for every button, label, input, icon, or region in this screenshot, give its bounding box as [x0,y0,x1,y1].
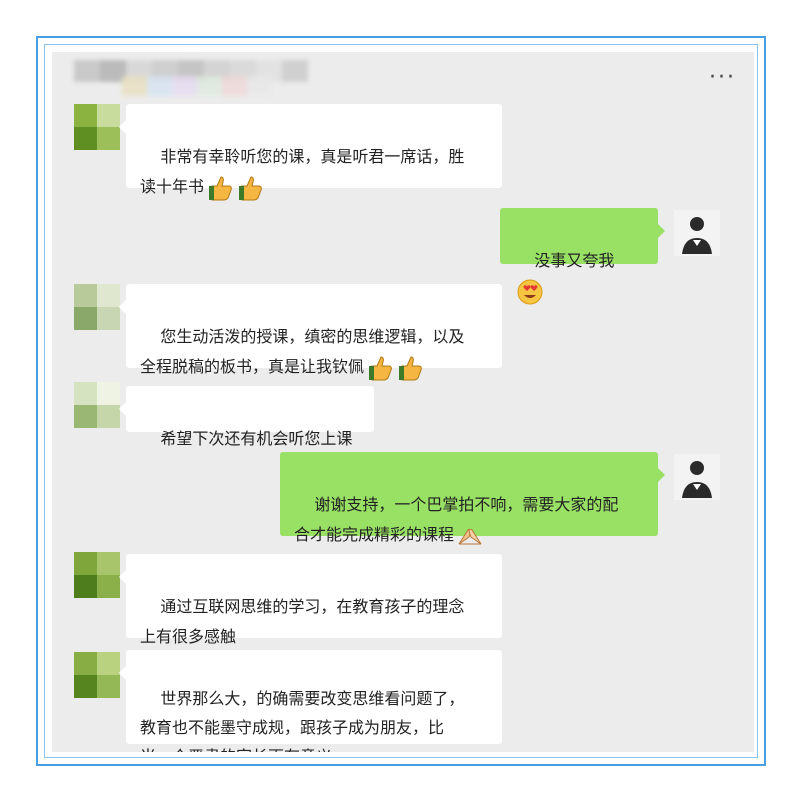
contact-avatar[interactable] [74,284,120,330]
my-avatar[interactable] [674,454,720,500]
heart-eyes-icon [517,279,543,304]
chat-subtitle-blurred [122,76,322,96]
chat-header: ··· [52,52,754,102]
chat-window: ··· 非常有幸聆听您的课，真是听君一席话，胜 读十年书 没事又夸我 您生动活泼… [52,52,754,752]
message-bubble-incoming[interactable]: 希望下次还有机会听您上课 [119,386,374,448]
message-bubble-outgoing[interactable]: 没事又夸我 [500,208,665,304]
thumbs-up-icon [369,355,392,380]
user-silhouette-icon [674,210,720,256]
message-text: 通过互联网思维的学习，在教育孩子的理念 上有很多感触 [140,597,465,646]
contact-avatar[interactable] [74,382,120,428]
message-text: 世界那么大，的确需要改变思维看问题了， 教育也不能墨守成规，跟孩子成为朋友，比 … [140,689,465,752]
message-bubble-incoming[interactable]: 非常有幸聆听您的课，真是听君一席话，胜 读十年书 [119,104,502,200]
message-bubble-incoming[interactable]: 世界那么大，的确需要改变思维看问题了， 教育也不能墨守成规，跟孩子成为朋友，比 … [119,650,502,752]
message-bubble-incoming[interactable]: 通过互联网思维的学习，在教育孩子的理念 上有很多感触 [119,554,502,646]
message-bubble-incoming[interactable]: 您生动活泼的授课，缜密的思维逻辑，以及 全程脱稿的板书，真是让我钦佩 [119,284,502,380]
message-text: 希望下次还有机会听您上课 [160,429,353,448]
more-options-button[interactable]: ··· [709,67,736,89]
thumbs-up-icon [399,355,422,380]
contact-avatar[interactable] [74,104,120,150]
contact-avatar[interactable] [74,652,120,698]
contact-avatar[interactable] [74,552,120,598]
message-bubble-outgoing[interactable]: 谢谢支持，一个巴掌拍不响，需要大家的配 合才能完成精彩的课程 [280,452,665,544]
thumbs-up-icon [239,175,262,200]
message-text: 没事又夸我 [534,251,615,270]
message-text: 非常有幸聆听您的课，真是听君一席话，胜 读十年书 [140,147,465,196]
thumbs-up-icon [209,175,232,200]
user-silhouette-icon [674,454,720,500]
handshake-icon [458,528,482,544]
my-avatar[interactable] [674,210,720,256]
